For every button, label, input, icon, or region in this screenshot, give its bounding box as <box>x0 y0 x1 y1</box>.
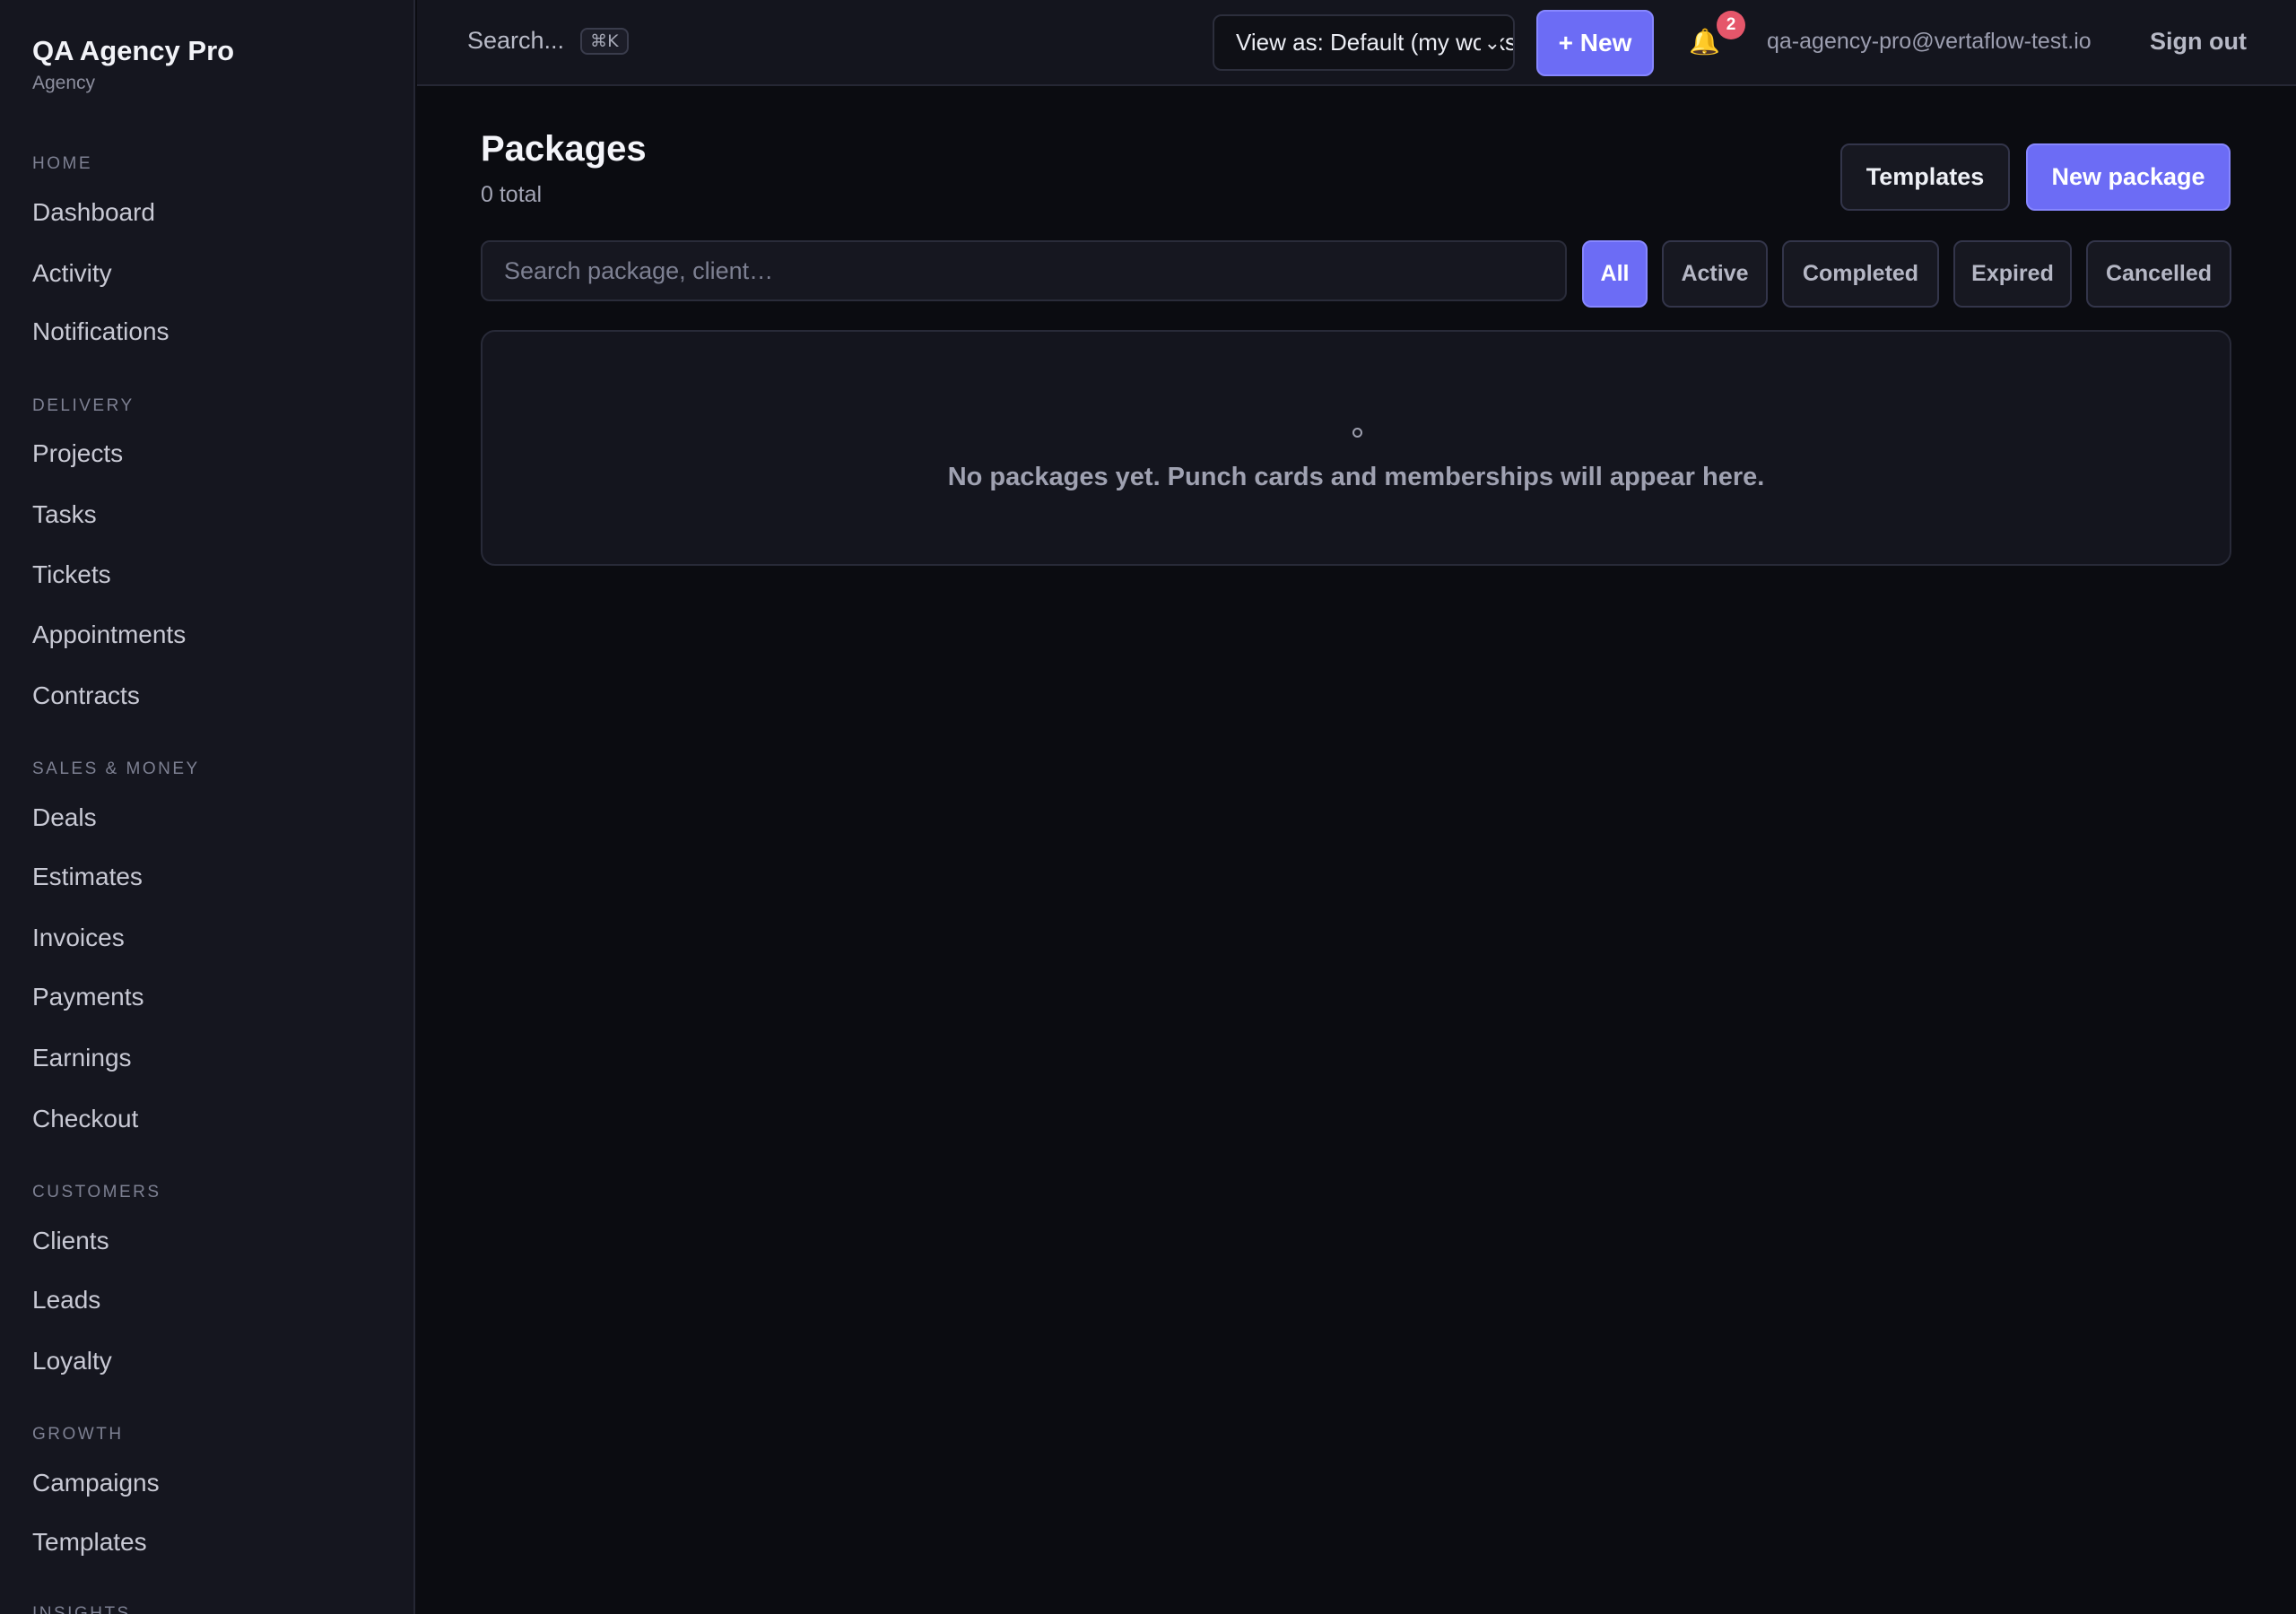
filter-completed[interactable]: Completed <box>1782 240 1939 308</box>
view-as-value: View as: Default (my workspace) <box>1236 29 1513 56</box>
global-search-button[interactable]: Search... ⌘K <box>467 27 629 55</box>
section-label-delivery: DELIVERY <box>32 396 135 415</box>
new-package-button[interactable]: New package <box>2026 143 2231 211</box>
empty-state-message: No packages yet. Punch cards and members… <box>947 463 1765 491</box>
sidebar-item-notifications[interactable]: Notifications <box>32 317 170 347</box>
global-search-label: Search... <box>467 27 565 54</box>
sidebar-item-payments[interactable]: Payments <box>32 982 144 1012</box>
sidebar-item-earnings[interactable]: Earnings <box>32 1043 132 1073</box>
brand: QA Agency Pro Agency <box>32 34 234 95</box>
sidebar-item-dashboard[interactable]: Dashboard <box>32 197 155 228</box>
brand-subtitle: Agency <box>32 73 96 93</box>
notification-count-badge: 2 <box>1717 11 1745 39</box>
sidebar: QA Agency Pro Agency HOME Dashboard Acti… <box>0 0 415 1614</box>
filter-cancelled[interactable]: Cancelled <box>2086 240 2231 308</box>
filter-active[interactable]: Active <box>1662 240 1768 308</box>
section-label-customers: CUSTOMERS <box>32 1183 161 1202</box>
top-bar: Search... ⌘K View as: Default (my worksp… <box>417 0 2296 86</box>
empty-state-icon <box>1352 428 1362 438</box>
sidebar-item-appointments[interactable]: Appointments <box>32 620 186 650</box>
templates-button[interactable]: Templates <box>1840 143 2010 211</box>
sidebar-item-deals[interactable]: Deals <box>32 803 97 833</box>
sidebar-item-loyalty[interactable]: Loyalty <box>32 1346 112 1376</box>
section-label-sales-money: SALES & MONEY <box>32 759 200 778</box>
sidebar-item-estimates[interactable]: Estimates <box>32 862 143 892</box>
package-search-input[interactable] <box>481 240 1567 301</box>
section-label-home: HOME <box>32 154 92 173</box>
view-as-select[interactable]: View as: Default (my workspace) ⌄ <box>1213 14 1515 71</box>
sidebar-item-projects[interactable]: Projects <box>32 438 123 469</box>
sidebar-item-checkout[interactable]: Checkout <box>32 1104 138 1134</box>
sign-out-button[interactable]: Sign out <box>2150 28 2247 56</box>
sidebar-item-contracts[interactable]: Contracts <box>32 681 140 711</box>
bell-icon[interactable]: 🔔 <box>1689 27 1720 56</box>
user-email: qa-agency-pro@vertaflow-test.io <box>1767 29 2092 54</box>
sidebar-item-activity[interactable]: Activity <box>32 258 112 289</box>
sidebar-item-templates[interactable]: Templates <box>32 1527 147 1558</box>
search-shortcut-badge: ⌘K <box>580 27 629 55</box>
page-title: Packages <box>481 129 647 169</box>
package-count: 0 total <box>481 182 543 207</box>
sidebar-item-campaigns[interactable]: Campaigns <box>32 1468 160 1498</box>
chevron-down-icon: ⌄ <box>1480 32 1500 55</box>
filter-all[interactable]: All <box>1582 240 1648 308</box>
filter-expired[interactable]: Expired <box>1953 240 2072 308</box>
sidebar-item-leads[interactable]: Leads <box>32 1285 100 1315</box>
new-button[interactable]: + New <box>1536 10 1654 76</box>
section-label-insights: INSIGHTS <box>32 1604 131 1614</box>
brand-title: QA Agency Pro <box>32 35 235 66</box>
sidebar-item-invoices[interactable]: Invoices <box>32 923 125 953</box>
sidebar-item-tickets[interactable]: Tickets <box>32 560 111 590</box>
sidebar-item-tasks[interactable]: Tasks <box>32 499 97 530</box>
sidebar-item-clients[interactable]: Clients <box>32 1226 109 1256</box>
empty-state-card: No packages yet. Punch cards and members… <box>481 330 2231 566</box>
section-label-growth: GROWTH <box>32 1425 124 1444</box>
